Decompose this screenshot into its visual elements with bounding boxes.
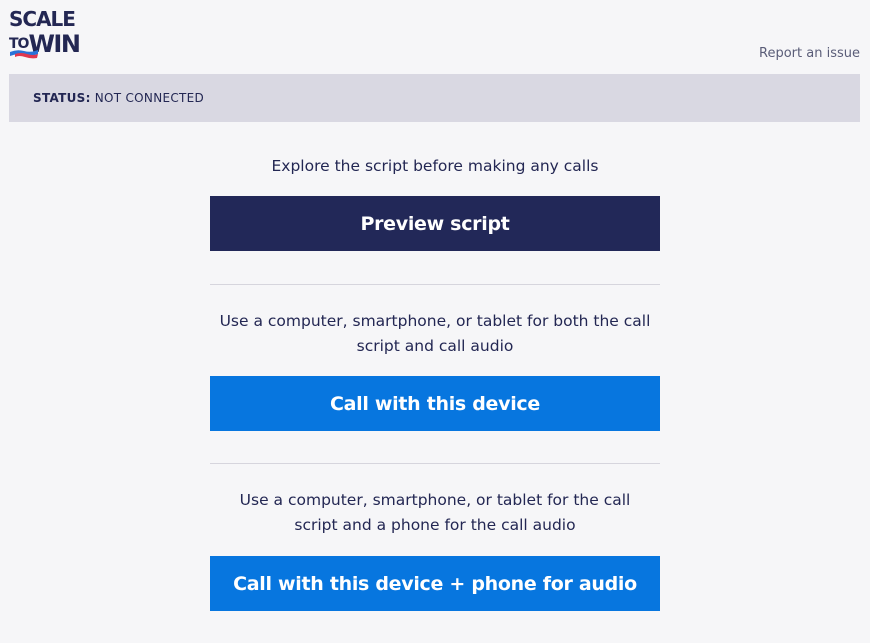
preview-description: Explore the script before making any cal…: [210, 154, 660, 179]
status-label: STATUS:: [33, 91, 91, 105]
divider: [210, 284, 660, 285]
call-with-device-button[interactable]: Call with this device: [210, 376, 660, 431]
device-phone-description-line1: Use a computer, smartphone, or tablet fo…: [239, 491, 631, 509]
logo-text-scale: SCALE: [9, 7, 76, 31]
page: SCALE TOWIN Report an issue STATUS: NOT …: [0, 0, 870, 643]
device-description-line2: script and call audio: [356, 337, 514, 355]
device-phone-description: Use a computer, smartphone, or tablet fo…: [210, 488, 660, 538]
divider: [210, 463, 660, 464]
us-flag-icon: [10, 50, 38, 59]
scale-to-win-logo[interactable]: SCALE TOWIN: [9, 9, 91, 61]
device-description: Use a computer, smartphone, or tablet fo…: [210, 309, 660, 359]
preview-script-button[interactable]: Preview script: [210, 196, 660, 251]
device-description-line1: Use a computer, smartphone, or tablet fo…: [219, 312, 651, 330]
preview-description-text: Explore the script before making any cal…: [271, 157, 599, 175]
device-phone-description-line2: script and a phone for the call audio: [294, 516, 576, 534]
call-with-device-and-phone-button[interactable]: Call with this device + phone for audio: [210, 556, 660, 611]
status-value: NOT CONNECTED: [94, 91, 205, 105]
status-bar: STATUS: NOT CONNECTED: [9, 74, 860, 122]
report-issue-link[interactable]: Report an issue: [759, 46, 860, 61]
